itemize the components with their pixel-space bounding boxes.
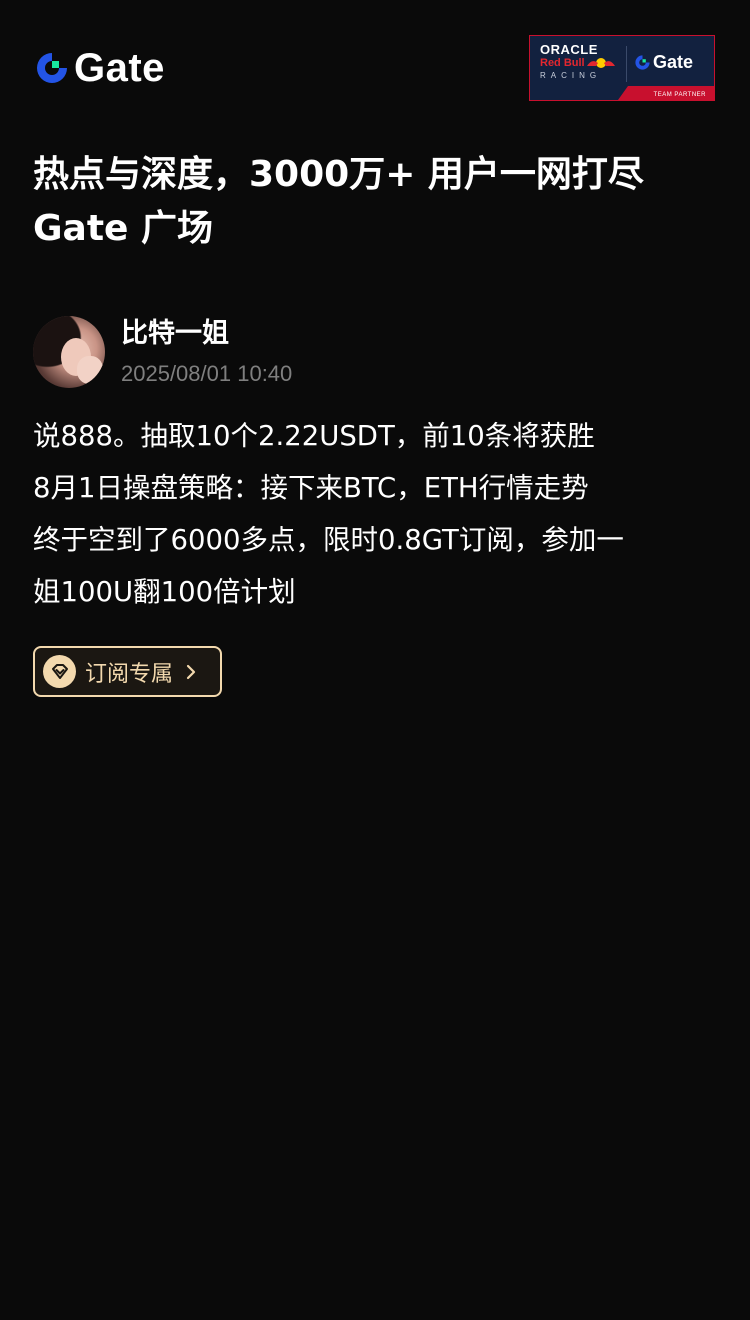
- badge-oracle-text: ORACLE: [540, 42, 598, 57]
- page-headline: 热点与深度，3000万+ 用户一网打尽 Gate 广场: [33, 148, 723, 256]
- post-body-line: 姐100U翻100倍计划: [33, 576, 296, 608]
- gate-logo[interactable]: Gate: [34, 48, 165, 88]
- post-body-line: 说888。抽取10个2.22USDT，前10条将获胜: [33, 420, 595, 452]
- app-header: Gate ORACLE Red Bull RACING Gate TEAM PA…: [0, 0, 750, 130]
- post-timestamp: 2025/08/01 10:40: [121, 361, 293, 386]
- team-partner-badge: ORACLE Red Bull RACING Gate TEAM PARTNER: [529, 35, 715, 101]
- red-bull-icon: [587, 58, 615, 68]
- post-body-line: 终于空到了6000多点，限时0.8GT订阅，参加一: [33, 524, 624, 556]
- gate-logo-icon: [37, 53, 67, 83]
- badge-redbull-text: Red Bull: [540, 57, 585, 69]
- gate-logo-icon: [635, 55, 650, 70]
- subscribe-exclusive-button[interactable]: 订阅专属: [33, 646, 222, 697]
- headline-line-1: 热点与深度，3000万+ 用户一网打尽: [33, 154, 644, 195]
- badge-gate-text: Gate: [653, 52, 694, 72]
- diamond-icon: [43, 655, 76, 688]
- badge-partner-text: TEAM PARTNER: [653, 92, 706, 98]
- logo-text: Gate: [74, 46, 165, 90]
- author-name[interactable]: 比特一姐: [121, 316, 229, 352]
- post-body: 说888。抽取10个2.22USDT，前10条将获胜 8月1日操盘策略：接下来B…: [33, 410, 723, 618]
- author-avatar[interactable]: [33, 316, 105, 388]
- badge-gate-logo: Gate: [634, 52, 693, 73]
- headline-line-2: Gate 广场: [33, 208, 214, 249]
- badge-divider: [626, 46, 627, 82]
- subscribe-label: 订阅专属: [85, 661, 174, 687]
- chevron-right-icon: [186, 664, 196, 679]
- post-body-line: 8月1日操盘策略：接下来BTC，ETH行情走势: [33, 472, 589, 504]
- badge-racing-text: RACING: [540, 71, 602, 80]
